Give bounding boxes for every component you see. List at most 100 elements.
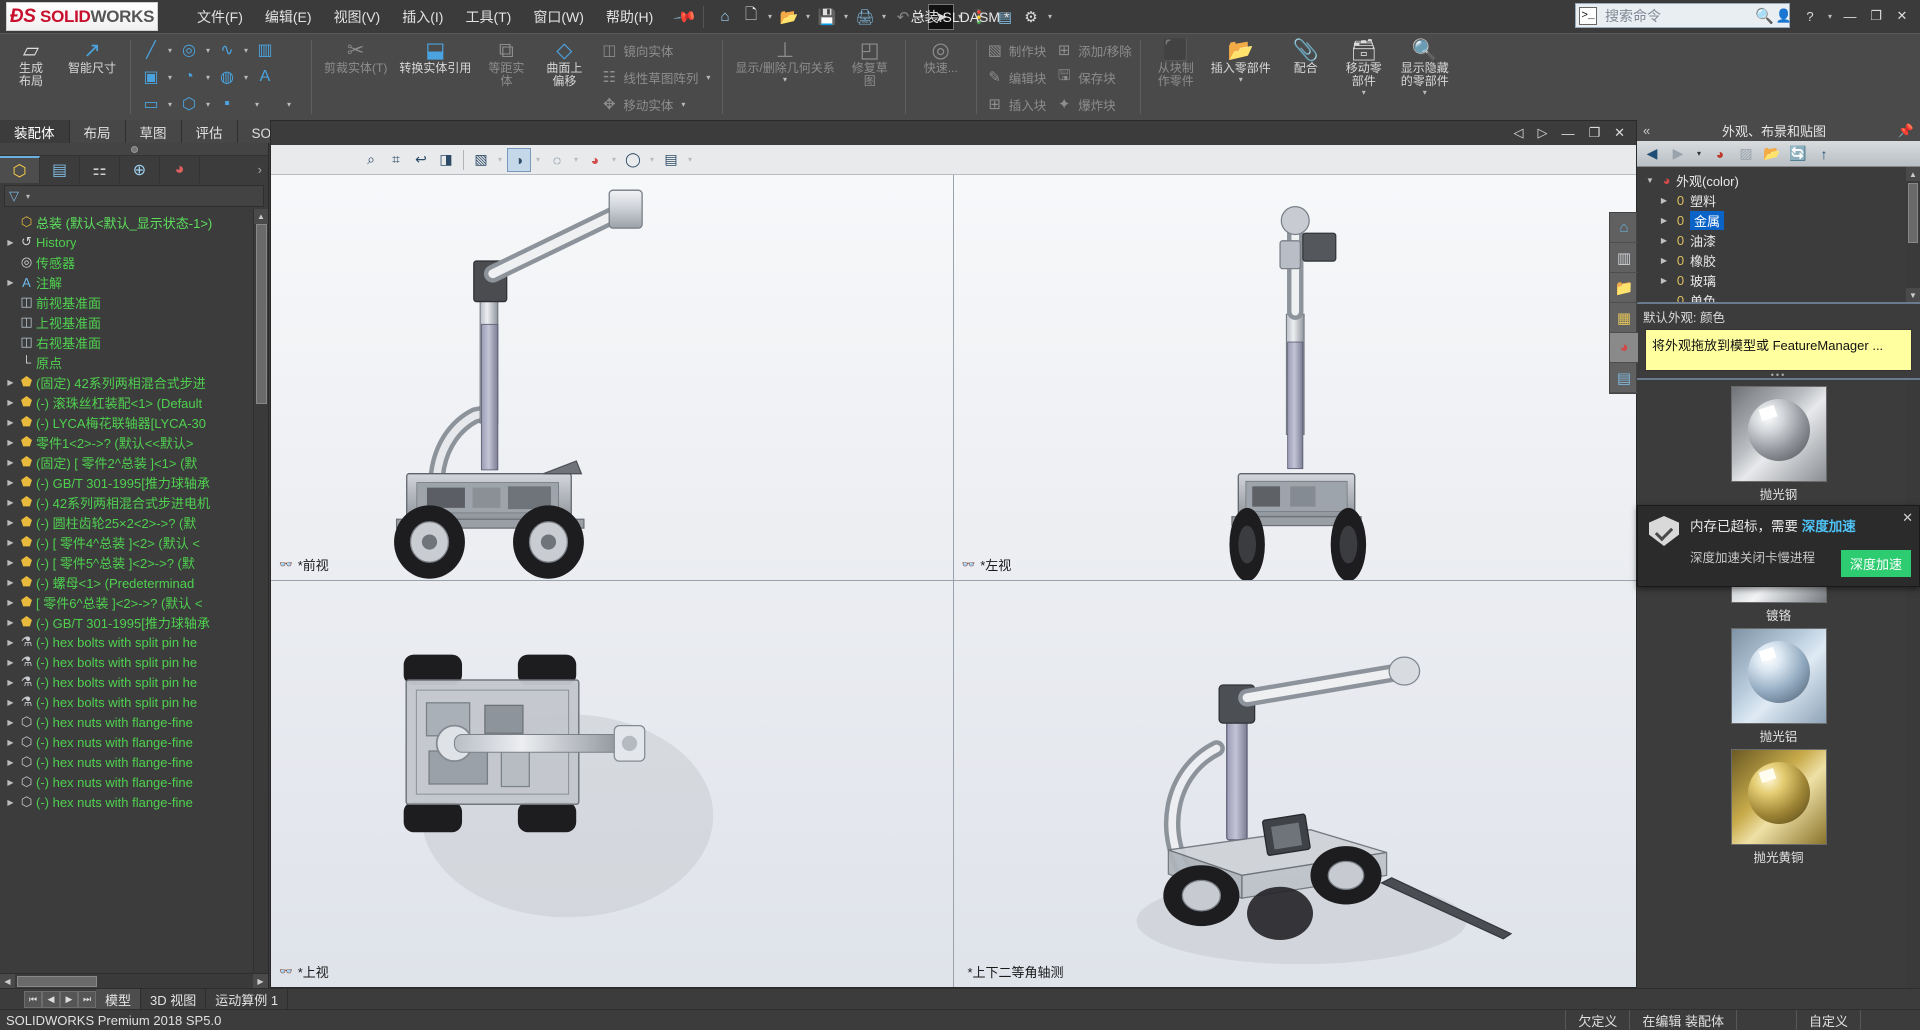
- expand-arrow-icon[interactable]: ▶: [4, 538, 17, 547]
- circle-icon[interactable]: ◎: [176, 38, 202, 62]
- feature-tree-row[interactable]: ▶ ⬟ (-) LYCA梅花联轴器[LYCA-30: [0, 412, 268, 432]
- task-pane-splitter[interactable]: •••: [1637, 371, 1920, 380]
- scrollbar-thumb[interactable]: [256, 224, 267, 404]
- move-component-dropdown-icon[interactable]: ▾: [1358, 88, 1370, 97]
- spline-dropdown-icon[interactable]: ▾: [240, 46, 252, 55]
- view-orientation-dropdown-icon[interactable]: ▾: [494, 155, 506, 164]
- restore-icon[interactable]: ❐: [1864, 5, 1888, 27]
- appearance-tree-row[interactable]: ▶ ὜0 玻璃: [1637, 270, 1920, 290]
- search-input[interactable]: 搜索命令: [1605, 6, 1755, 26]
- feature-tree-row[interactable]: ▶ ⚗ (-) hex bolts with split pin he: [0, 652, 268, 672]
- feature-tree-horizontal-scrollbar[interactable]: ◀ ▶: [0, 973, 268, 988]
- feature-tree-row[interactable]: ◫ 上视基准面: [0, 312, 268, 332]
- menu-window[interactable]: 窗口(W): [522, 3, 595, 31]
- save-block-button[interactable]: 🖫 保存块: [1050, 64, 1135, 91]
- edit-block-button[interactable]: ✎ 编辑块: [981, 64, 1051, 91]
- feature-tree-row[interactable]: ◫ 前视基准面: [0, 292, 268, 312]
- appearance-tree-row[interactable]: ὜0 单色: [1637, 290, 1920, 302]
- explode-block-button[interactable]: ✦ 爆炸块: [1050, 91, 1135, 118]
- feature-tree-row[interactable]: ▶ ⚗ (-) hex bolts with split pin he: [0, 672, 268, 692]
- sketch-text-icon[interactable]: A: [252, 65, 278, 89]
- insert-components-button[interactable]: 📂 插入零部件 ▾: [1205, 34, 1277, 120]
- expand-arrow-icon[interactable]: ▶: [4, 738, 17, 747]
- expand-arrow-icon[interactable]: ▶: [4, 578, 17, 587]
- feature-tree-row[interactable]: ▶ ↺ History: [0, 232, 268, 252]
- up-level-icon[interactable]: ↑: [1813, 143, 1835, 165]
- accelerate-button[interactable]: 深度加速: [1841, 550, 1911, 577]
- feature-tree-row[interactable]: ▶ ⬟ (固定) 42系列两相混合式步进: [0, 372, 268, 392]
- polygon-dropdown-icon[interactable]: ▾: [202, 100, 214, 109]
- quick-snaps-button[interactable]: ◎ 快速...: [912, 34, 970, 120]
- view-palette-icon[interactable]: ▦: [1610, 303, 1638, 333]
- display-manager-tab[interactable]: ◕: [160, 156, 200, 183]
- open-folder-icon[interactable]: 📂: [776, 4, 802, 30]
- ellipse-dropdown-icon[interactable]: ▾: [240, 73, 252, 82]
- expand-arrow-icon[interactable]: ▶: [4, 638, 17, 647]
- select-arrow-icon[interactable]: ➤: [928, 4, 954, 30]
- scrollbar-thumb[interactable]: [1908, 183, 1918, 243]
- line-dropdown-icon[interactable]: ▾: [164, 46, 176, 55]
- appearance-swatch-polished-steel[interactable]: 抛光钢: [1731, 386, 1827, 503]
- spline-icon[interactable]: ∿: [214, 38, 240, 62]
- expand-arrow-icon[interactable]: ▶: [4, 598, 17, 607]
- feature-tree-row[interactable]: ▶ ⬡ (-) hex nuts with flange-fine: [0, 732, 268, 752]
- feature-tree-row[interactable]: ▶ ⬟ (-) 螺母<1> (Predeterminad: [0, 572, 268, 592]
- new-document-dropdown-icon[interactable]: ▾: [764, 12, 776, 21]
- expand-arrow-icon[interactable]: ▶: [4, 378, 17, 387]
- expand-arrow-icon[interactable]: ▶: [4, 498, 17, 507]
- feature-tree-filter[interactable]: ▽ ▾: [4, 185, 264, 207]
- minimize-icon[interactable]: —: [1838, 5, 1862, 27]
- last-tab-icon[interactable]: ⏭: [78, 991, 96, 1008]
- add-remove-block-button[interactable]: ⊞ 添加/移除: [1050, 37, 1135, 64]
- convert-entities-button[interactable]: ⬓ 转换实体引用: [393, 34, 477, 120]
- previous-view-icon[interactable]: ↩: [409, 148, 433, 172]
- feature-tree-row[interactable]: ▶ ⬟ (-) GB/T 301-1995[推力球轴承: [0, 472, 268, 492]
- linear-sketch-pattern-button[interactable]: ☷ 线性草图阵列 ▾: [595, 64, 718, 91]
- new-folder-icon[interactable]: 📂: [1761, 143, 1783, 165]
- configuration-manager-tab[interactable]: ⚏: [80, 156, 120, 183]
- feature-tree-row[interactable]: ▶ ⬡ (-) hex nuts with flange-fine: [0, 752, 268, 772]
- make-layout-button[interactable]: ▱ 生成 布局: [2, 34, 60, 120]
- appearance-tree-row[interactable]: ▶ ὜0 塑料: [1637, 190, 1920, 210]
- insert-components-dropdown-icon[interactable]: ▾: [1235, 75, 1247, 84]
- appearance-icon[interactable]: ◕: [1709, 143, 1731, 165]
- filter-dropdown-icon[interactable]: ▾: [22, 192, 34, 201]
- tab-assembly[interactable]: 装配体: [0, 120, 70, 143]
- chevron-right-icon[interactable]: ▶: [1657, 256, 1671, 265]
- feature-tree-row[interactable]: ▶ ⚗ (-) hex bolts with split pin he: [0, 632, 268, 652]
- feature-tree-row[interactable]: ▶ ⚗ (-) hex bolts with split pin he: [0, 692, 268, 712]
- appearance-tree-scrollbar[interactable]: ▲ ▼: [1906, 167, 1920, 302]
- feature-tree-row[interactable]: ▶ ⬟ (-) [ 零件4^总装 ]<2> (默认 <: [0, 532, 268, 552]
- feature-tree-row[interactable]: ▶ ⬡ (-) hex nuts with flange-fine: [0, 772, 268, 792]
- view-orientation-icon[interactable]: ▧: [469, 148, 493, 172]
- expand-arrow-icon[interactable]: ▶: [4, 718, 17, 727]
- scroll-down-icon[interactable]: ▼: [1906, 288, 1920, 302]
- move-entities-dropdown-icon[interactable]: ▾: [677, 100, 689, 109]
- print-icon[interactable]: 🖨: [852, 4, 878, 30]
- polygon-icon[interactable]: ⬡: [176, 92, 202, 116]
- undo-dropdown-icon[interactable]: ▾: [916, 12, 928, 21]
- appearance-tree-row[interactable]: ▶ ὜0 油漆: [1637, 230, 1920, 250]
- scroll-up-icon[interactable]: ▲: [254, 209, 269, 224]
- appearances-scenes-decals-icon[interactable]: ◕: [1610, 333, 1638, 363]
- save-dropdown-icon[interactable]: ▾: [840, 12, 852, 21]
- scroll-left-icon[interactable]: ◀: [0, 974, 15, 989]
- design-library-icon[interactable]: ▥: [1610, 243, 1638, 273]
- scroll-right-icon[interactable]: ▶: [253, 974, 268, 989]
- close-icon[interactable]: ✕: [1890, 5, 1914, 27]
- open-dropdown-icon[interactable]: ▾: [802, 12, 814, 21]
- help-dropdown-icon[interactable]: ▾: [1824, 12, 1836, 21]
- settings-gear-icon[interactable]: ⚙: [1018, 4, 1044, 30]
- chevron-right-icon[interactable]: ▶: [1657, 236, 1671, 245]
- prev-tab-icon[interactable]: ◀: [42, 991, 60, 1008]
- prev-view-icon[interactable]: ◁: [1510, 125, 1526, 141]
- menu-help[interactable]: 帮助(H): [595, 3, 664, 31]
- expand-arrow-icon[interactable]: ▶: [4, 458, 17, 467]
- slot-dropdown-icon[interactable]: ▾: [164, 100, 176, 109]
- close-icon[interactable]: ✕: [1902, 510, 1913, 526]
- zoom-to-fit-icon[interactable]: ⌕: [359, 148, 383, 172]
- trim-entities-button[interactable]: ✂ 剪裁实体(T): [318, 34, 393, 120]
- hide-show-dropdown-icon[interactable]: ▾: [570, 155, 582, 164]
- dimxpert-manager-tab[interactable]: ⊕: [120, 156, 160, 183]
- tab-evaluate[interactable]: 评估: [182, 120, 238, 143]
